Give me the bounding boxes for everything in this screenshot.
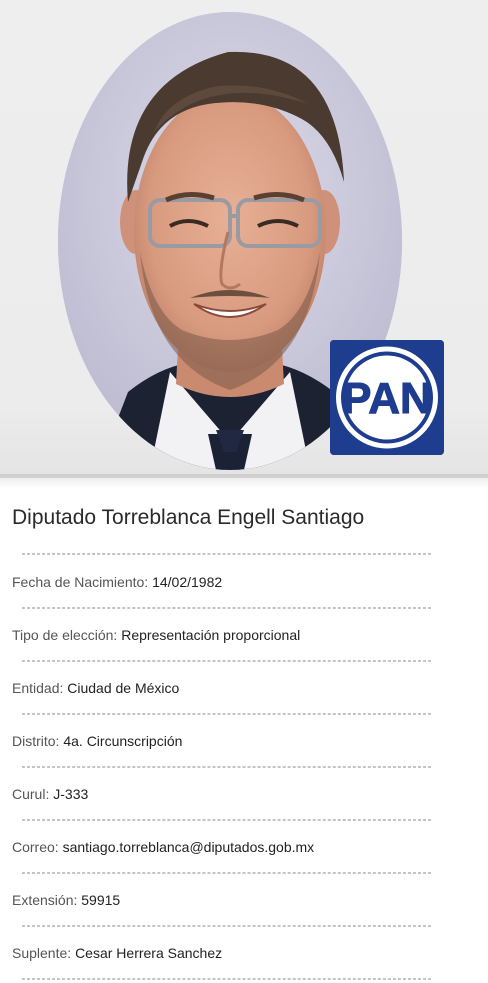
field-extension: Extensión: 59915 xyxy=(12,892,120,908)
field-value: 4a. Circunscripción xyxy=(63,733,183,749)
deputy-name: Diputado Torreblanca Engell Santiago xyxy=(12,506,365,529)
field-value: Cesar Herrera Sanchez xyxy=(75,945,223,961)
divider xyxy=(22,607,431,609)
party-logo-text: PAN xyxy=(342,374,432,423)
field-label: Curul: xyxy=(12,786,50,802)
divider xyxy=(22,766,431,768)
field-value: santiago.torreblanca@diputados.gob.mx xyxy=(62,839,315,855)
field-value: Representación proporcional xyxy=(121,627,301,643)
field-entity: Entidad: Ciudad de México xyxy=(12,680,179,696)
divider xyxy=(22,925,431,927)
divider xyxy=(22,978,431,980)
photo-panel: PAN xyxy=(0,0,488,488)
divider xyxy=(22,713,431,715)
field-value: 14/02/1982 xyxy=(152,574,223,590)
divider xyxy=(22,553,431,555)
divider xyxy=(22,819,431,821)
divider xyxy=(22,660,431,662)
field-value: 59915 xyxy=(81,892,121,908)
field-label: Suplente: xyxy=(12,945,72,961)
field-birthdate: Fecha de Nacimiento: 14/02/1982 xyxy=(12,574,222,590)
deputy-profile-page: PAN Diputado Torreblanca Engell Santiago… xyxy=(0,0,488,983)
divider xyxy=(22,872,431,874)
field-value: J-333 xyxy=(53,786,89,802)
field-label: Fecha de Nacimiento: xyxy=(12,574,149,590)
field-value: Ciudad de México xyxy=(67,680,180,696)
field-label: Entidad: xyxy=(12,680,64,696)
field-substitute: Suplente: Cesar Herrera Sanchez xyxy=(12,945,222,961)
field-district: Distrito: 4a. Circunscripción xyxy=(12,733,182,749)
field-label: Extensión: xyxy=(12,892,78,908)
field-email: Correo: santiago.torreblanca@diputados.g… xyxy=(12,839,314,855)
field-label: Tipo de elección: xyxy=(12,627,118,643)
field-label: Correo: xyxy=(12,839,59,855)
field-seat: Curul: J-333 xyxy=(12,786,88,802)
field-label: Distrito: xyxy=(12,733,60,749)
field-election-type: Tipo de elección: Representación proporc… xyxy=(12,627,300,643)
pan-party-logo: PAN xyxy=(330,340,444,455)
